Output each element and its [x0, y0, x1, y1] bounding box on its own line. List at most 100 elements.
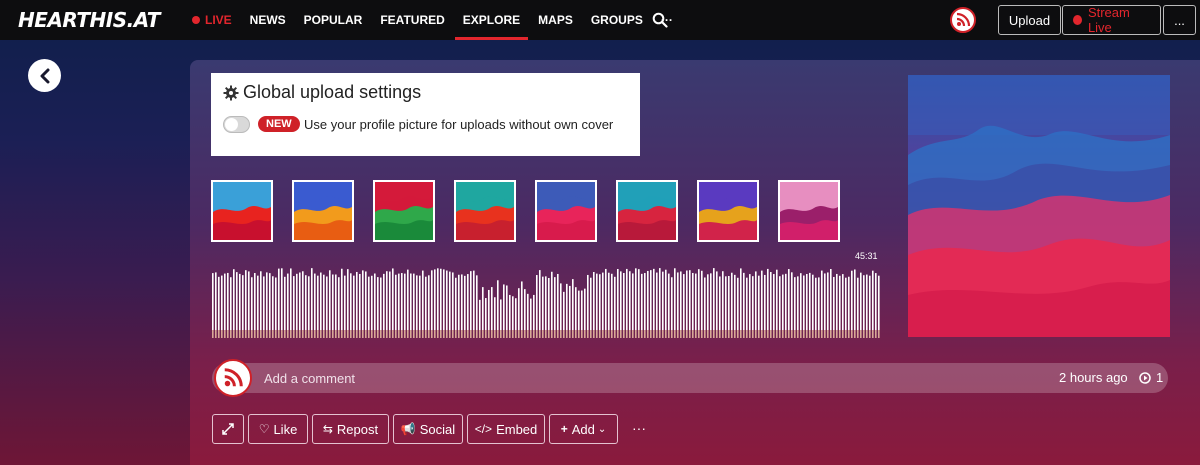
waveform-bar [557, 273, 559, 330]
waveform-reflection [332, 330, 334, 338]
nav-news[interactable]: NEWS [250, 0, 286, 40]
waveform-reflection [845, 330, 847, 338]
waveform-reflection [422, 330, 424, 338]
track-duration: 45:31 [855, 251, 878, 261]
waveform-reflection [308, 330, 310, 338]
cover-option-8[interactable] [778, 180, 840, 242]
waveform-bar [326, 276, 328, 330]
waveform-reflection [776, 330, 778, 338]
waveform-reflection [695, 330, 697, 338]
waveform-bar [668, 273, 670, 330]
play-count-value: 1 [1156, 370, 1164, 385]
cover-option-2[interactable] [292, 180, 354, 242]
cover-option-7[interactable] [697, 180, 759, 242]
cover-option-1[interactable] [211, 180, 273, 242]
cover-option-6[interactable] [616, 180, 678, 242]
waveform-reflection [350, 330, 352, 338]
comment-input[interactable]: Add a comment [264, 371, 355, 386]
nav-groups[interactable]: GROUPS [591, 0, 643, 40]
waveform-reflection [659, 330, 661, 338]
repost-button[interactable]: ⇆ Repost [312, 414, 389, 444]
commenter-avatar [214, 359, 252, 397]
waveform-reflection [419, 330, 421, 338]
waveform-reflection [869, 330, 871, 338]
waveform-reflection [782, 330, 784, 338]
waveform-bar [785, 273, 787, 330]
waveform-reflection [410, 330, 412, 338]
waveform-reflection [767, 330, 769, 338]
waveform-bar [821, 270, 823, 330]
waveform-reflection [773, 330, 775, 338]
search-icon[interactable] [652, 12, 668, 28]
waveform-reflection [428, 330, 430, 338]
waveform-bar [458, 274, 460, 330]
waveform-bar [746, 277, 748, 330]
waveform-bar [797, 276, 799, 330]
stream-live-button[interactable]: Stream Live [1062, 5, 1161, 35]
comment-input-bar[interactable] [212, 363, 1168, 393]
waveform-bar [281, 268, 283, 330]
add-dropdown-button[interactable]: + Add ⌄ [549, 414, 618, 444]
waveform-reflection [272, 330, 274, 338]
like-button[interactable]: ♡ Like [248, 414, 308, 444]
waveform-bar [638, 269, 640, 330]
waveform-reflection [506, 330, 508, 338]
nav-popular[interactable]: POPULAR [304, 0, 363, 40]
waveform-bar [866, 274, 868, 330]
waveform-bar [389, 271, 391, 330]
waveform-bar [860, 272, 862, 330]
expand-button[interactable] [212, 414, 244, 444]
nav-live[interactable]: LIVE [192, 0, 232, 40]
cover-option-5[interactable] [535, 180, 597, 242]
waveform-reflection [680, 330, 682, 338]
waveform-bar [614, 276, 616, 330]
waveform-reflection [278, 330, 280, 338]
social-button[interactable]: 📢 Social [393, 414, 463, 444]
waveform-bar [725, 276, 727, 330]
waveform-bar [764, 274, 766, 330]
nav-featured[interactable]: FEATURED [380, 0, 444, 40]
waveform-bar [815, 277, 817, 330]
waveform-bar [851, 270, 853, 330]
header-more-button[interactable]: ... [1163, 5, 1196, 35]
repost-label: Repost [336, 421, 379, 437]
waveform-reflection [878, 330, 880, 338]
waveform-bar [530, 298, 532, 330]
waveform-reflection [740, 330, 742, 338]
waveform-reflection [356, 330, 358, 338]
cover-option-3[interactable] [373, 180, 435, 242]
back-button[interactable] [28, 59, 61, 92]
waveform-bar [371, 275, 373, 330]
waveform-reflection [830, 330, 832, 338]
nav-maps[interactable]: MAPS [538, 0, 573, 40]
user-avatar-icon[interactable] [950, 7, 976, 33]
upload-button[interactable]: Upload [998, 5, 1061, 35]
waveform-reflection [386, 330, 388, 338]
waveform-bar [311, 268, 313, 330]
waveform-reflection [749, 330, 751, 338]
waveform-bar [578, 290, 580, 330]
waveform-reflection [557, 330, 559, 338]
waveform-bar [584, 288, 586, 330]
profile-cover-toggle[interactable] [223, 116, 250, 133]
waveform-bar [761, 270, 763, 330]
waveform-bar [695, 273, 697, 330]
more-actions-button[interactable]: ··· [632, 420, 646, 436]
waveform-bar [350, 273, 352, 330]
waveform[interactable] [212, 268, 882, 340]
waveform-bar [506, 285, 508, 330]
embed-button[interactable]: </> Embed [467, 414, 545, 444]
waveform-bar [266, 272, 268, 330]
waveform-bar [662, 271, 664, 330]
waveform-bar [623, 273, 625, 330]
waveform-bar [827, 272, 829, 330]
waveform-reflection [851, 330, 853, 338]
waveform-reflection [599, 330, 601, 338]
waveform-reflection [848, 330, 850, 338]
site-logo[interactable]: HEARTHIS.AT [18, 8, 160, 32]
cover-option-4[interactable] [454, 180, 516, 242]
waveform-reflection [764, 330, 766, 338]
nav-explore[interactable]: EXPLORE [454, 0, 529, 40]
waveform-reflection [872, 330, 874, 338]
waveform-bar [449, 271, 451, 330]
